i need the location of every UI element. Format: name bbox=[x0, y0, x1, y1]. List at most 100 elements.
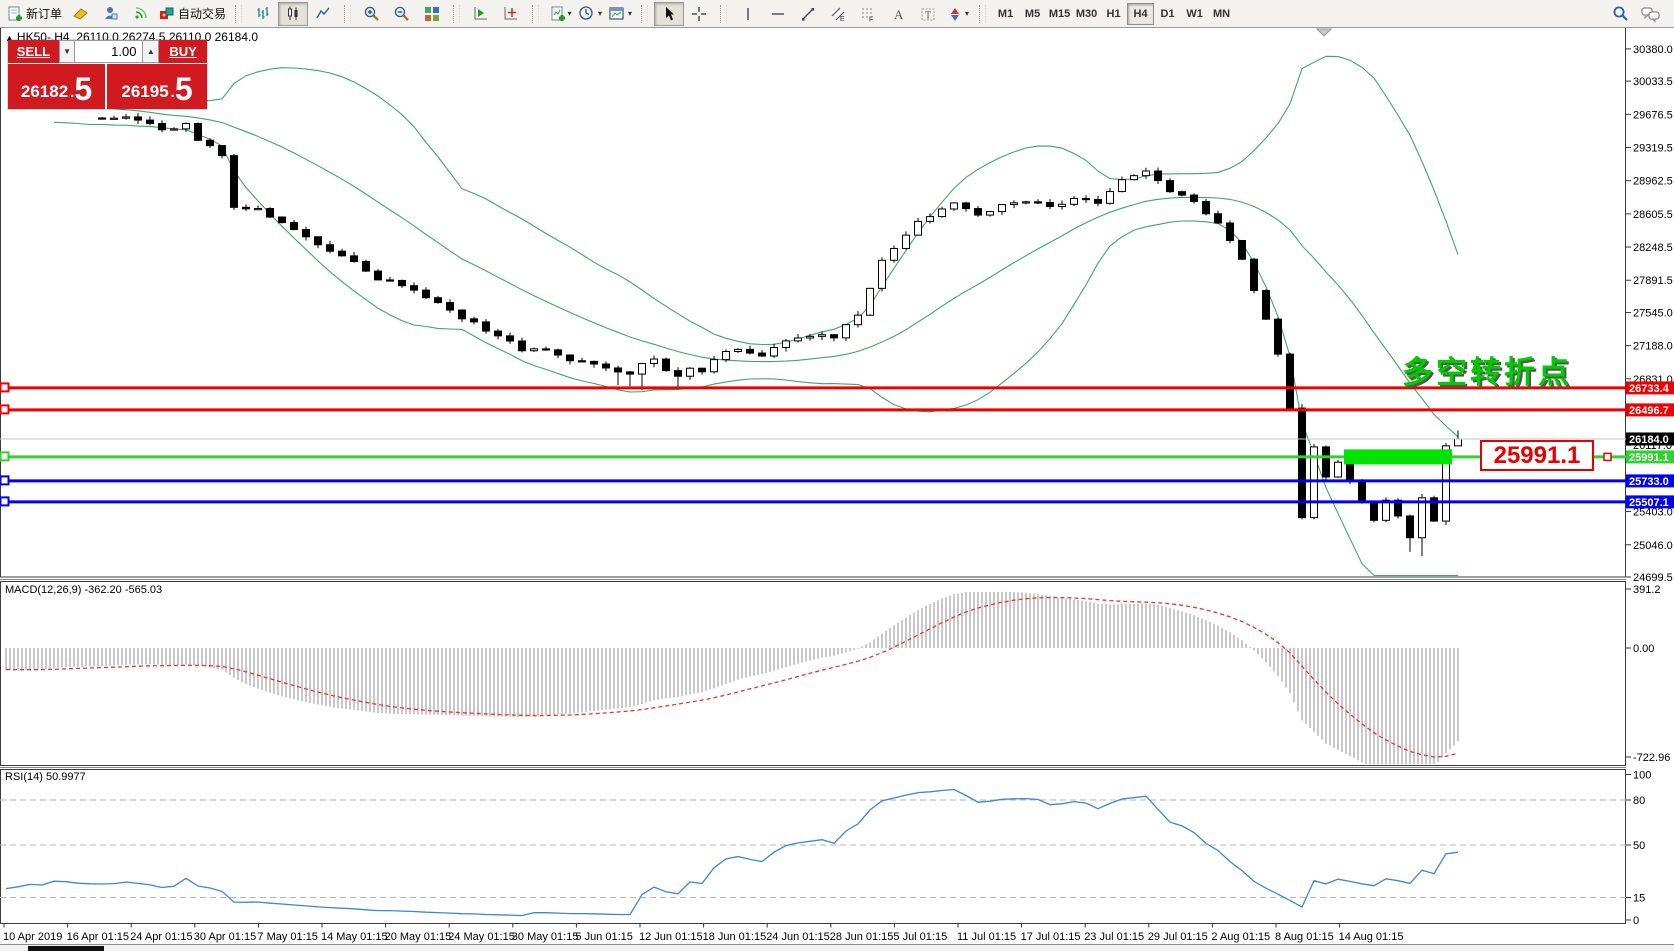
lot-decrease-button[interactable]: ▼ bbox=[59, 40, 76, 63]
buy-button[interactable]: BUY bbox=[159, 40, 207, 63]
arrows-caret[interactable]: ▾ bbox=[965, 9, 969, 18]
mt4-window: 新订单 自动交易 bbox=[0, 0, 1674, 951]
toolbar-grip[interactable] bbox=[453, 5, 460, 23]
rsi-tick-label: 80 bbox=[1633, 795, 1645, 807]
price-callout-box[interactable]: 25991.1 bbox=[1480, 440, 1594, 471]
auto-scroll-button[interactable] bbox=[466, 2, 496, 26]
period-caret[interactable]: ▾ bbox=[598, 9, 602, 18]
buy-price[interactable]: 26195.5 bbox=[107, 64, 207, 109]
zoom-out-button[interactable] bbox=[387, 2, 417, 26]
auto-trading-icon bbox=[158, 5, 175, 22]
templates-caret[interactable]: ▾ bbox=[628, 9, 632, 18]
timeframe-h1-button[interactable]: H1 bbox=[1100, 3, 1127, 25]
date-label: 8 Aug 01:15 bbox=[1275, 931, 1334, 943]
date-label: 28 Jun 01:15 bbox=[830, 931, 894, 943]
macd-indicator-label: MACD(12,26,9) -362.20 -565.03 bbox=[5, 584, 162, 596]
toolbar-grip[interactable] bbox=[720, 5, 727, 23]
scrollbar-thumb[interactable] bbox=[28, 946, 104, 951]
line-chart-button[interactable] bbox=[308, 2, 338, 26]
date-label: 16 Apr 01:15 bbox=[67, 931, 129, 943]
profile-icon bbox=[102, 5, 119, 22]
date-label: 17 Jul 01:15 bbox=[1021, 931, 1081, 943]
timeframe-d1-button[interactable]: D1 bbox=[1154, 3, 1181, 25]
quotes-button[interactable] bbox=[65, 2, 95, 26]
buy-price-big: 5 bbox=[175, 73, 193, 105]
new-order-button[interactable]: 新订单 bbox=[3, 2, 65, 26]
date-label: 7 May 01:15 bbox=[257, 931, 318, 943]
chart-canvas: 30380.030033.529676.529319.528962.528605… bbox=[0, 0, 1674, 951]
signals-button[interactable] bbox=[125, 2, 155, 26]
signal-icon bbox=[132, 5, 149, 22]
timeframe-h4-button[interactable]: H4 bbox=[1127, 3, 1154, 25]
chart-shift-button[interactable] bbox=[496, 2, 526, 26]
toolbar-group-scroll bbox=[463, 0, 529, 27]
sell-price[interactable]: 26182.5 bbox=[8, 64, 105, 109]
text-button[interactable]: A bbox=[883, 2, 913, 26]
toolbar-group-lines: E F A T ▾ bbox=[730, 0, 976, 27]
date-label: 18 Jun 01:15 bbox=[703, 931, 767, 943]
sell-button[interactable]: SELL bbox=[8, 40, 59, 63]
price-tick-label: 28248.5 bbox=[1633, 242, 1673, 254]
hline-handle bbox=[1, 497, 9, 505]
hline-handle bbox=[1, 452, 9, 460]
hline-handle bbox=[1, 405, 9, 413]
horizontal-scrollbar[interactable] bbox=[0, 944, 1674, 951]
rsi-tick-label: 50 bbox=[1633, 840, 1645, 852]
trendline-button[interactable] bbox=[793, 2, 823, 26]
zoom-in-button[interactable] bbox=[357, 2, 387, 26]
horizontal-line-button[interactable] bbox=[763, 2, 793, 26]
lot-increase-button[interactable]: ▲ bbox=[142, 40, 159, 63]
vertical-line-button[interactable] bbox=[733, 2, 763, 26]
crosshair-button[interactable] bbox=[684, 2, 714, 26]
timeframe-w1-button[interactable]: W1 bbox=[1181, 3, 1208, 25]
bar-chart-button[interactable] bbox=[248, 2, 278, 26]
timeframe-m5-button[interactable]: M5 bbox=[1019, 3, 1046, 25]
toolbar-grip[interactable] bbox=[641, 5, 648, 23]
timeframe-m1-button[interactable]: M1 bbox=[992, 3, 1019, 25]
templates-button[interactable]: ▾ bbox=[605, 2, 635, 26]
tile-windows-button[interactable] bbox=[417, 2, 447, 26]
toolbar-group-cursor bbox=[651, 0, 717, 27]
bar-chart-icon bbox=[255, 5, 272, 22]
price-tick-label: 28962.5 bbox=[1633, 176, 1673, 188]
chat-button[interactable] bbox=[1636, 2, 1666, 26]
timeframe-m15-button[interactable]: M15 bbox=[1046, 3, 1073, 25]
candlestick-chart-button[interactable] bbox=[278, 2, 308, 26]
period-button[interactable]: ▾ bbox=[575, 2, 605, 26]
callout-anchor-handle bbox=[1604, 453, 1611, 460]
cursor-button[interactable] bbox=[654, 2, 684, 26]
macd-tick-label: 391.2 bbox=[1633, 584, 1661, 596]
auto-trading-button[interactable]: 自动交易 bbox=[155, 2, 229, 26]
price-tick-label: 29319.5 bbox=[1633, 142, 1673, 154]
svg-text:T: T bbox=[925, 10, 931, 21]
toolbar-grip[interactable] bbox=[979, 5, 986, 23]
date-label: 30 May 01:15 bbox=[512, 931, 579, 943]
indicators-caret[interactable]: ▾ bbox=[568, 9, 572, 18]
toolbar-grip[interactable] bbox=[532, 5, 539, 23]
hline-handle bbox=[1, 476, 9, 484]
macd-axis: 391.20.00-722.96 bbox=[1626, 584, 1670, 764]
line-chart-icon bbox=[315, 5, 332, 22]
arrows-button[interactable]: ▾ bbox=[943, 2, 973, 26]
text-icon: A bbox=[890, 6, 906, 22]
svg-text:F: F bbox=[869, 16, 873, 22]
rsi-axis: 1008050150 bbox=[1626, 770, 1651, 928]
horizontal-line-icon bbox=[770, 6, 786, 22]
toolbar-grip[interactable] bbox=[235, 5, 242, 23]
channel-button[interactable]: E bbox=[823, 2, 853, 26]
price-axis-tags: 26733.426496.726184.025991.125733.025507… bbox=[1626, 381, 1674, 509]
timeframe-m30-button[interactable]: M30 bbox=[1073, 3, 1100, 25]
date-label: 29 Jul 01:15 bbox=[1148, 931, 1208, 943]
date-axis: 10 Apr 201916 Apr 01:1524 Apr 01:1530 Ap… bbox=[3, 924, 1403, 944]
toolbar-grip[interactable] bbox=[344, 5, 351, 23]
turning-point-annotation[interactable]: 多空转折点 bbox=[1402, 347, 1572, 392]
search-button[interactable] bbox=[1606, 2, 1636, 26]
indicators-button[interactable]: ▾ bbox=[545, 2, 575, 26]
price-tag: 26184.0 bbox=[1629, 434, 1669, 446]
toolbar-right bbox=[1606, 2, 1674, 26]
text-label-button[interactable]: T bbox=[913, 2, 943, 26]
fibonacci-button[interactable]: F bbox=[853, 2, 883, 26]
timeframe-mn-button[interactable]: MN bbox=[1208, 3, 1235, 25]
profiles-button[interactable] bbox=[95, 2, 125, 26]
lot-size-input[interactable] bbox=[75, 40, 142, 63]
